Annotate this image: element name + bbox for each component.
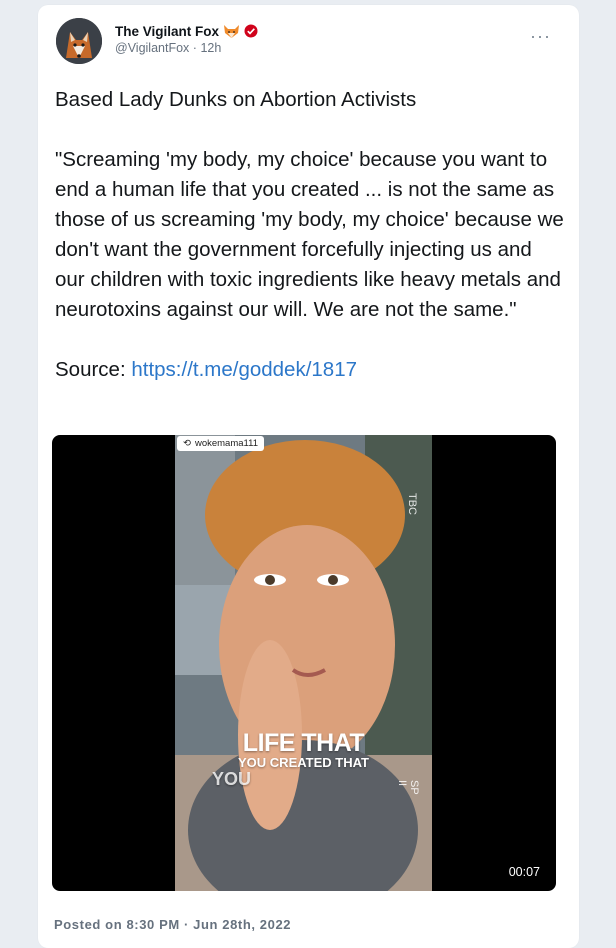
source-link[interactable]: https://t.me/goddek/1817: [131, 358, 357, 381]
video-side-text-top: TBC: [406, 493, 418, 515]
video-side-text-bottom: SP II: [396, 780, 420, 795]
fox-face-icon: [223, 24, 240, 39]
video-caption-line3: YOU: [211, 769, 251, 789]
video-caption-line1: LIFE THAT: [242, 729, 365, 757]
meta-separator: ·: [192, 41, 197, 55]
posted-timestamp[interactable]: Posted on 8:30 PM · Jun 28th, 2022: [54, 917, 291, 932]
author-meta: @VigilantFox · 12h: [115, 41, 221, 55]
tweet-text: Based Lady Dunks on Abortion Activists "…: [55, 85, 565, 385]
avatar[interactable]: [56, 18, 102, 64]
source-label: Source:: [55, 358, 126, 381]
time-ago[interactable]: 12h: [200, 41, 221, 55]
tweet-quote: "Screaming 'my body, my choice' because …: [55, 148, 564, 321]
verified-icon: [244, 24, 258, 38]
author-handle[interactable]: @VigilantFox: [115, 41, 189, 55]
repost-user: wokemama111: [194, 438, 258, 449]
video-caption-line2: YOU CREATED THAT: [238, 755, 369, 770]
author-name[interactable]: The Vigilant Fox: [115, 24, 219, 39]
repost-tag: ⟲ wokemama111: [177, 436, 264, 451]
author-name-row: The Vigilant Fox: [115, 21, 258, 41]
video-player[interactable]: ⟲ wokemama111 LIFE THAT YOU CREATED THAT…: [52, 435, 556, 891]
more-options-button[interactable]: ···: [530, 27, 551, 45]
repost-icon: ⟲: [183, 438, 191, 449]
video-frame[interactable]: ⟲ wokemama111 LIFE THAT YOU CREATED THAT…: [175, 435, 432, 891]
video-still: [175, 435, 432, 891]
tweet-card: The Vigilant Fox @VigilantFox · 12h ··· …: [38, 5, 579, 948]
tweet-source: Source: https://t.me/goddek/1817: [55, 355, 565, 385]
tweet-headline: Based Lady Dunks on Abortion Activists: [55, 88, 417, 111]
video-duration: 00:07: [508, 865, 540, 879]
